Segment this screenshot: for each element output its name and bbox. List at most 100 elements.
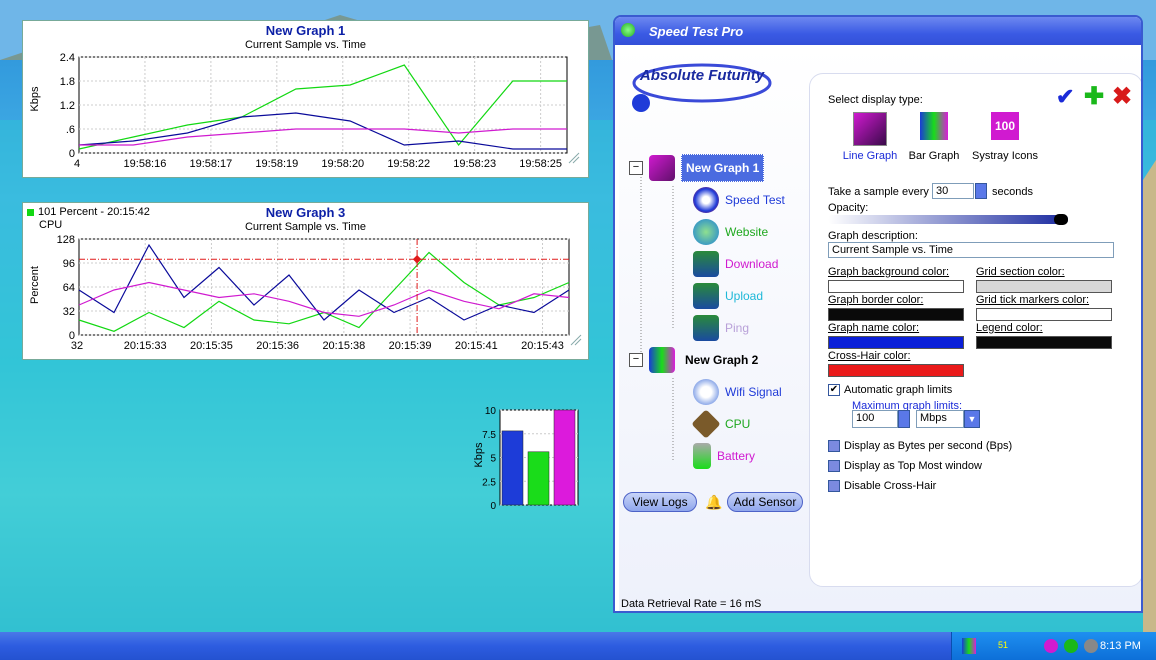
y-tick-label: 5 (490, 454, 496, 465)
checkbox-icon[interactable] (828, 480, 840, 492)
checkbox-icon[interactable] (828, 440, 840, 452)
tree-node-graph-1[interactable]: − New Graph 1 (629, 154, 765, 182)
type-bar-graph[interactable]: Bar Graph (902, 112, 966, 162)
x-tick-label: 20:15:38 (322, 340, 365, 352)
border-color-label: Graph border color: (828, 294, 924, 306)
y-tick-label: 96 (63, 258, 75, 270)
battery-icon (693, 443, 711, 469)
systray-icon: 100 (991, 112, 1019, 140)
window-title: Speed Test Pro (649, 24, 744, 39)
type-systray-icons[interactable]: 100 Systray Icons (970, 112, 1040, 162)
bar (501, 430, 524, 506)
crosshair-color-label: Cross-Hair color: (828, 350, 911, 362)
y-tick-label: .6 (66, 124, 75, 136)
y-axis-label: Kbps (473, 442, 485, 468)
y-tick-label: 10 (485, 406, 497, 417)
desc-field[interactable]: Current Sample vs. Time (828, 242, 1114, 258)
line-graph-icon (853, 112, 887, 146)
bg-color-swatch[interactable] (828, 280, 964, 293)
add-sensor-button[interactable]: Add Sensor (727, 492, 803, 512)
tree-node-graph-2[interactable]: − New Graph 2 (629, 347, 762, 373)
crosshair-color-swatch[interactable] (828, 364, 964, 377)
type-line-graph[interactable]: Line Graph (838, 112, 902, 162)
bar-graph-widget[interactable]: 10 7.5 5 2.5 0 Kbps (470, 405, 582, 515)
tree-node-cpu[interactable]: CPU (691, 409, 750, 439)
tray-network-icon[interactable] (1064, 639, 1078, 653)
dropdown-arrow-icon[interactable]: ▼ (964, 410, 980, 428)
y-tick-label: 2.4 (60, 52, 75, 64)
border-color-swatch[interactable] (828, 308, 964, 321)
tree-label-speed-test: Speed Test (725, 193, 785, 207)
clock[interactable]: 8:13 PM (1100, 640, 1141, 652)
bytes-checkbox[interactable]: Display as Bytes per second (Bps) (828, 440, 1012, 452)
collapse-icon[interactable]: − (629, 161, 643, 175)
graph-1-plot: 2.41.81.2.604 19:58:16 19:58:17 19:58:19 19:… (60, 52, 580, 170)
auto-limits-label: Automatic graph limits (844, 384, 953, 396)
bell-icon[interactable]: 🔔 (705, 494, 722, 511)
bar-graph-icon (920, 112, 948, 140)
tree-node-wifi[interactable]: Wifi Signal (693, 379, 782, 405)
y-tick-label: 1.8 (60, 76, 75, 88)
tree-label-upload: Upload (725, 289, 764, 303)
y-tick-label: 128 (57, 234, 75, 246)
tree-label-website: Website (725, 225, 769, 239)
add-plus-icon[interactable]: ✚ (1084, 82, 1104, 111)
max-spinner-icon[interactable] (898, 410, 910, 428)
tray-bar-graph-icon[interactable] (962, 638, 976, 654)
sample-label: Take a sample every (828, 186, 929, 198)
tree-node-battery[interactable]: Battery (693, 443, 755, 469)
x-tick-label: 20:15:41 (455, 340, 498, 352)
tree-node-ping[interactable]: Ping (693, 315, 749, 341)
auto-limits-checkbox[interactable]: ✔ Automatic graph limits (828, 384, 952, 396)
opacity-label: Opacity: (828, 202, 869, 214)
topmost-checkbox[interactable]: Display as Top Most window (828, 460, 982, 472)
name-color-swatch[interactable] (828, 336, 964, 349)
tree-node-speed-test[interactable]: Speed Test (693, 187, 785, 213)
collapse-icon[interactable]: − (629, 353, 643, 367)
bar (553, 409, 576, 506)
bytes-label: Display as Bytes per second (Bps) (844, 440, 1013, 452)
sample-interval-field[interactable]: 30 (932, 183, 974, 199)
tree-node-upload[interactable]: Upload (693, 283, 763, 309)
spinner-arrows-icon[interactable] (975, 183, 987, 199)
max-limit-field[interactable]: 100 (852, 410, 898, 428)
tree-label-ping: Ping (725, 321, 750, 335)
grid-section-swatch[interactable] (976, 280, 1112, 293)
confirm-check-icon[interactable]: ✔ (1056, 84, 1074, 110)
delete-x-icon[interactable]: ✖ (1112, 82, 1132, 111)
x-tick-label: 19:58:23 (453, 158, 496, 170)
x-tick-label: 19:58:16 (124, 158, 167, 170)
tray-graph-icon[interactable] (1044, 639, 1058, 653)
unit-select[interactable]: Mbps (916, 410, 964, 428)
speed-test-icon (693, 187, 719, 213)
x-tick-label: 20:15:33 (124, 340, 167, 352)
x-tick-label: 19:58:17 (189, 158, 232, 170)
graph-3-window[interactable]: 101 Percent - 20:15:42 CPU New Graph 3 C… (22, 202, 589, 360)
slider-thumb[interactable] (1054, 214, 1068, 225)
bg-color-label: Graph background color: (828, 266, 950, 278)
name-color-label: Graph name color: (828, 322, 920, 334)
grid-tick-swatch[interactable] (976, 308, 1112, 321)
y-tick-label: 0 (490, 501, 496, 512)
checkbox-checked-icon[interactable]: ✔ (828, 384, 840, 396)
cpu-chip-icon (691, 409, 721, 439)
taskbar: 51 8:13 PM (0, 632, 1156, 660)
speed-test-window[interactable]: Speed Test Pro Absolute Futurity − New G… (613, 15, 1143, 613)
disable-crosshair-label: Disable Cross-Hair (844, 480, 937, 492)
tray-mini-value: 51 (998, 640, 1009, 650)
opacity-slider[interactable] (828, 214, 1068, 225)
type-label-line: Line Graph (842, 150, 898, 162)
disable-crosshair-checkbox[interactable]: Disable Cross-Hair (828, 480, 936, 492)
graph-1-window[interactable]: New Graph 1 Current Sample vs. Time Kbps… (22, 20, 589, 178)
grid-tick-label: Grid tick markers color: (976, 294, 1090, 306)
legend-color-swatch[interactable] (976, 336, 1112, 349)
title-bar[interactable]: Speed Test Pro (615, 17, 1141, 45)
x-tick-label: 20:15:39 (389, 340, 432, 352)
checkbox-icon[interactable] (828, 460, 840, 472)
absolute-futurity-logo: Absolute Futurity (632, 63, 772, 112)
tree-node-website[interactable]: Website (693, 219, 768, 245)
desc-label: Graph description: (828, 230, 918, 242)
tray-volume-icon[interactable] (1084, 639, 1098, 653)
view-logs-button[interactable]: View Logs (623, 492, 697, 512)
tree-node-download[interactable]: Download (693, 251, 778, 277)
